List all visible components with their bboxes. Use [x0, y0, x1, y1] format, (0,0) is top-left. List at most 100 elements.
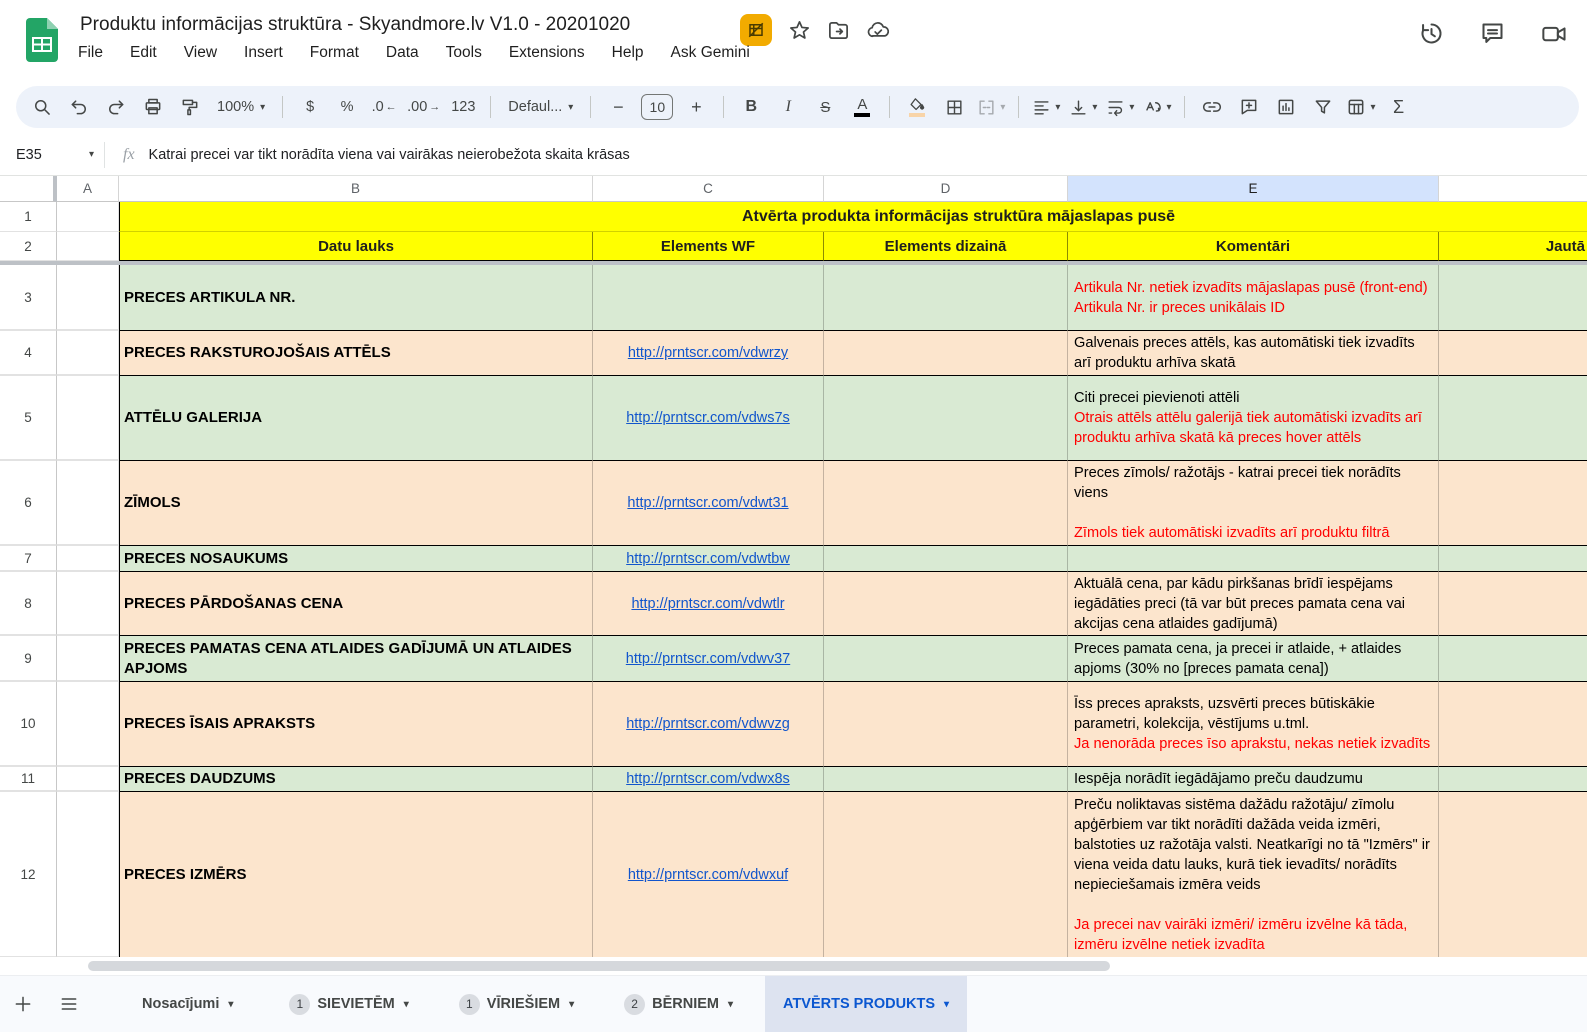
- menu-data[interactable]: Data: [386, 44, 419, 62]
- header-elements-dizaina[interactable]: Elements dizainā: [824, 232, 1068, 261]
- cell-datu-lauks[interactable]: ZĪMOLS: [119, 460, 593, 545]
- cell-datu-lauks[interactable]: PRECES PAMATAS CENA ATLAIDES GADĪJUMĀ UN…: [119, 635, 593, 681]
- cell-jautajumi[interactable]: [1439, 681, 1587, 766]
- tab-viriesiem[interactable]: 1 VĪRIEŠIEM▾: [441, 976, 592, 1032]
- tab-nosacijumi[interactable]: Nosacījumi▾: [124, 976, 251, 1032]
- menu-extensions[interactable]: Extensions: [509, 44, 585, 62]
- paint-format-button[interactable]: [176, 92, 204, 122]
- text-color-button[interactable]: A: [848, 92, 876, 122]
- row-number[interactable]: 7: [0, 545, 57, 571]
- menu-format[interactable]: Format: [310, 44, 359, 62]
- all-sheets-button[interactable]: [46, 994, 92, 1014]
- vertical-align-button[interactable]: ▾: [1069, 92, 1097, 122]
- increase-font-size-button[interactable]: +: [682, 92, 710, 122]
- cell-jautajumi[interactable]: [1439, 571, 1587, 635]
- cloud-saved-icon[interactable]: [866, 19, 891, 42]
- menu-file[interactable]: File: [78, 44, 103, 62]
- italic-button[interactable]: I: [774, 92, 802, 122]
- insert-chart-button[interactable]: [1272, 92, 1300, 122]
- cell-komentari[interactable]: Aktuālā cena, par kādu pirkšanas brīdī i…: [1068, 571, 1439, 635]
- zoom-select[interactable]: 100%▾: [213, 99, 269, 115]
- row-number[interactable]: 11: [0, 766, 57, 791]
- cell-elements-wf[interactable]: [593, 265, 824, 330]
- cell-elements-dizaina[interactable]: [824, 635, 1068, 681]
- decrease-font-size-button[interactable]: −: [604, 92, 632, 122]
- column-header-e-selected[interactable]: E: [1068, 176, 1439, 202]
- row-number[interactable]: 3: [0, 265, 57, 330]
- star-icon[interactable]: [788, 19, 811, 42]
- cell-komentari[interactable]: Artikula Nr. netiek izvadīts mājaslapas …: [1068, 265, 1439, 330]
- text-wrap-button[interactable]: ▾: [1106, 92, 1134, 122]
- select-all-corner[interactable]: [0, 176, 57, 202]
- undo-button[interactable]: [65, 92, 93, 122]
- cell-datu-lauks[interactable]: PRECES NOSAUKUMS: [119, 545, 593, 571]
- cell-datu-lauks[interactable]: PRECES DAUDZUMS: [119, 766, 593, 791]
- cell-elements-wf[interactable]: http://prntscr.com/vdwxuf: [593, 791, 824, 957]
- column-header-a[interactable]: A: [57, 176, 119, 202]
- cell-elements-wf[interactable]: http://prntscr.com/vdwv37: [593, 635, 824, 681]
- cell-elements-wf[interactable]: http://prntscr.com/vdwtlr: [593, 571, 824, 635]
- wf-link[interactable]: http://prntscr.com/vdwxuf: [628, 867, 788, 883]
- column-header-b[interactable]: B: [119, 176, 593, 202]
- column-header-c[interactable]: C: [593, 176, 824, 202]
- menu-insert[interactable]: Insert: [244, 44, 283, 62]
- cell-elements-dizaina[interactable]: [824, 681, 1068, 766]
- bold-button[interactable]: B: [737, 92, 765, 122]
- font-family-select[interactable]: Defaul...▾: [504, 99, 577, 115]
- cell-elements-wf[interactable]: http://prntscr.com/vdwt31: [593, 460, 824, 545]
- cell-jautajumi[interactable]: [1439, 545, 1587, 571]
- cell-elements-wf[interactable]: http://prntscr.com/vdwtbw: [593, 545, 824, 571]
- wf-link[interactable]: http://prntscr.com/vdwvzg: [626, 716, 790, 732]
- header-datu-lauks[interactable]: Datu lauks: [119, 232, 593, 261]
- cell-komentari[interactable]: Citi precei pievienoti attēli Otrais att…: [1068, 375, 1439, 460]
- row-number[interactable]: 6: [0, 460, 57, 545]
- cell-column-a[interactable]: [57, 460, 119, 545]
- merge-cells-button[interactable]: ▾: [977, 92, 1005, 122]
- tab-atverts-produkts-active[interactable]: ATVĒRTS PRODUKTS▾: [765, 976, 967, 1032]
- search-menus-button[interactable]: [28, 92, 56, 122]
- cell-komentari[interactable]: [1068, 545, 1439, 571]
- cell-komentari[interactable]: Preču noliktavas sistēma dažādu ražotāju…: [1068, 791, 1439, 957]
- insert-comment-button[interactable]: [1235, 92, 1263, 122]
- cell-jautajumi[interactable]: [1439, 460, 1587, 545]
- version-history-icon[interactable]: [1418, 20, 1445, 47]
- cell-jautajumi[interactable]: [1439, 375, 1587, 460]
- cell-jautajumi[interactable]: [1439, 766, 1587, 791]
- row-number[interactable]: 1: [0, 202, 57, 232]
- cell-jautajumi[interactable]: [1439, 635, 1587, 681]
- cell-elements-dizaina[interactable]: [824, 766, 1068, 791]
- borders-button[interactable]: [940, 92, 968, 122]
- cell-elements-dizaina[interactable]: [824, 571, 1068, 635]
- cell-table-title[interactable]: Atvērta produkta informācijas struktūra …: [119, 202, 1587, 232]
- cell-datu-lauks[interactable]: PRECES ARTIKULA NR.: [119, 265, 593, 330]
- cell-datu-lauks[interactable]: PRECES ĪSAIS APRAKSTS: [119, 681, 593, 766]
- print-button[interactable]: [139, 92, 167, 122]
- wf-link[interactable]: http://prntscr.com/vdwt31: [627, 495, 788, 511]
- cell-elements-dizaina[interactable]: [824, 791, 1068, 957]
- decrease-decimal-button[interactable]: .0←: [370, 92, 398, 122]
- wf-link[interactable]: http://prntscr.com/vdwtbw: [626, 551, 790, 567]
- cell-column-a[interactable]: [57, 375, 119, 460]
- menu-view[interactable]: View: [184, 44, 217, 62]
- cell-komentari[interactable]: Iespēja norādīt iegādājamo preču daudzum…: [1068, 766, 1439, 791]
- functions-button[interactable]: Σ: [1385, 92, 1413, 122]
- cell-jautajumi[interactable]: [1439, 791, 1587, 957]
- row-number[interactable]: 5: [0, 375, 57, 460]
- cell-komentari[interactable]: Galvenais preces attēls, kas automātiski…: [1068, 330, 1439, 375]
- cell-komentari[interactable]: Īss preces apraksts, uzsvērti preces būt…: [1068, 681, 1439, 766]
- cell-column-a[interactable]: [57, 571, 119, 635]
- cell-column-a[interactable]: [57, 791, 119, 957]
- cell-datu-lauks[interactable]: PRECES PĀRDOŠANAS CENA: [119, 571, 593, 635]
- video-call-icon[interactable]: [1540, 20, 1569, 47]
- wf-link[interactable]: http://prntscr.com/vdwtlr: [631, 596, 784, 612]
- text-rotation-button[interactable]: ▾: [1143, 92, 1171, 122]
- format-percent-button[interactable]: %: [333, 92, 361, 122]
- menu-edit[interactable]: Edit: [130, 44, 157, 62]
- cell-column-a[interactable]: [57, 545, 119, 571]
- cell-elements-wf[interactable]: http://prntscr.com/vdwrzy: [593, 330, 824, 375]
- cell-datu-lauks[interactable]: PRECES IZMĒRS: [119, 791, 593, 957]
- wf-link[interactable]: http://prntscr.com/vdws7s: [626, 410, 790, 426]
- cell-a1[interactable]: [57, 202, 119, 232]
- move-folder-icon[interactable]: [827, 19, 850, 42]
- cell-datu-lauks[interactable]: PRECES RAKSTUROJOŠAIS ATTĒLS: [119, 330, 593, 375]
